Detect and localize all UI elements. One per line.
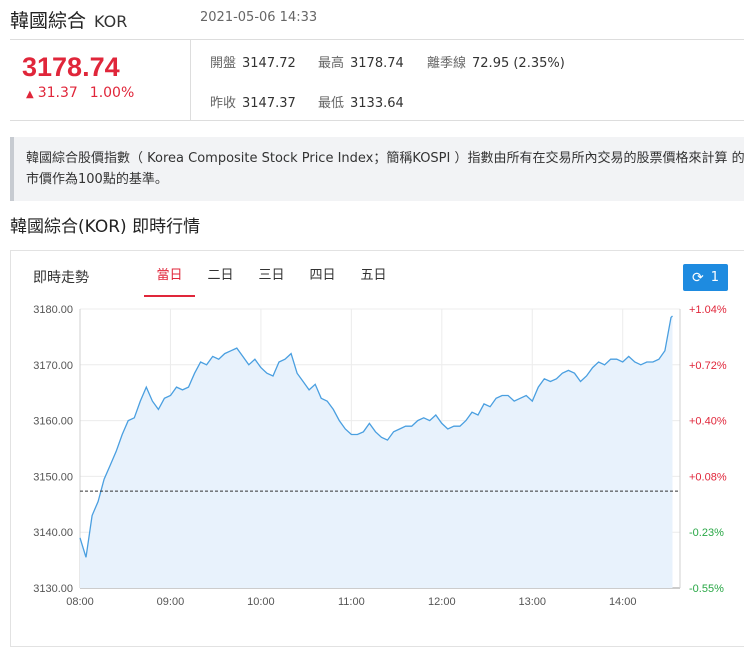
x-tick-label: 08:00 — [66, 596, 94, 608]
y-tick-label: 3140.00 — [33, 527, 73, 539]
x-tick-label: 09:00 — [157, 596, 185, 608]
quote-box: 3178.74 ▲ 31.37 1.00% 開盤 3147.72 最高 3178.74 … — [10, 39, 744, 121]
y-tick-label: 3150.00 — [33, 471, 73, 483]
y-tick-label: 3160.00 — [33, 416, 73, 428]
stat-low: 最低 3133.64 — [318, 92, 404, 111]
change-percent: 1.00% — [89, 85, 135, 101]
price-panel: 3178.74 ▲ 31.37 1.00% — [10, 40, 191, 120]
title-row: 韓國綜合 KOR 2021-05-06 14:33 — [10, 6, 317, 32]
right-tick-label: +1.04% — [689, 304, 727, 316]
stat-high-value: 3178.74 — [350, 56, 404, 71]
series-area — [80, 316, 673, 588]
intraday-chart: 3180.00 3170.00 3160.00 3150.00 3140.00 3130.… — [33, 304, 727, 608]
up-arrow-icon: ▲ — [26, 89, 34, 100]
stat-prev-close: 昨收 3147.37 — [210, 92, 296, 111]
index-description: 韓國綜合股價指數（ Korea Composite Stock Price In… — [10, 137, 744, 201]
stat-low-label: 最低 — [318, 96, 345, 111]
stat-range-value: 72.95 (2.35%) — [472, 56, 565, 71]
y-tick-label: 3180.00 — [33, 304, 73, 316]
stat-low-value: 3133.64 — [350, 96, 404, 111]
index-name: 韓國綜合 — [10, 10, 87, 32]
change-value: 31.37 — [37, 85, 78, 101]
chart-panel: 即時走勢 當日 二日 三日 四日 五日 ⟳ 1 3180.00 3170.00 316… — [10, 250, 744, 647]
stat-high-label: 最高 — [318, 56, 345, 71]
right-tick-label: -0.55% — [689, 583, 724, 595]
quote-timestamp: 2021-05-06 14:33 — [200, 10, 318, 25]
x-tick-label: 11:00 — [338, 596, 365, 608]
stat-open-value: 3147.72 — [242, 56, 296, 71]
stat-open: 開盤 3147.72 — [210, 52, 296, 71]
description-text: 韓國綜合股價指數（ Korea Composite Stock Price In… — [26, 151, 744, 187]
right-tick-label: +0.72% — [689, 360, 727, 372]
right-tick-label: -0.23% — [689, 527, 724, 539]
x-tick-label: 14:00 — [609, 596, 637, 608]
index-code: KOR — [94, 12, 128, 31]
y-tick-label: 3130.00 — [33, 583, 73, 595]
stat-open-label: 開盤 — [210, 56, 237, 71]
stat-prev-label: 昨收 — [210, 96, 237, 111]
x-tick-label: 10:00 — [247, 596, 275, 608]
right-tick-label: +0.08% — [689, 471, 727, 483]
stat-high: 最高 3178.74 — [318, 52, 404, 71]
right-tick-label: +0.40% — [689, 416, 727, 428]
stat-range-label: 離季線 — [427, 56, 467, 71]
y-tick-label: 3170.00 — [33, 360, 73, 372]
stat-prev-value: 3147.37 — [242, 96, 296, 111]
stat-range: 離季線 72.95 (2.35%) — [427, 52, 565, 71]
price-change: ▲ 31.37 1.00% — [26, 85, 134, 101]
last-price: 3178.74 — [22, 52, 120, 82]
x-tick-label: 12:00 — [428, 596, 456, 608]
section-title: 韓國綜合(KOR) 即時行情 — [10, 217, 201, 237]
x-tick-label: 13:00 — [518, 596, 546, 608]
